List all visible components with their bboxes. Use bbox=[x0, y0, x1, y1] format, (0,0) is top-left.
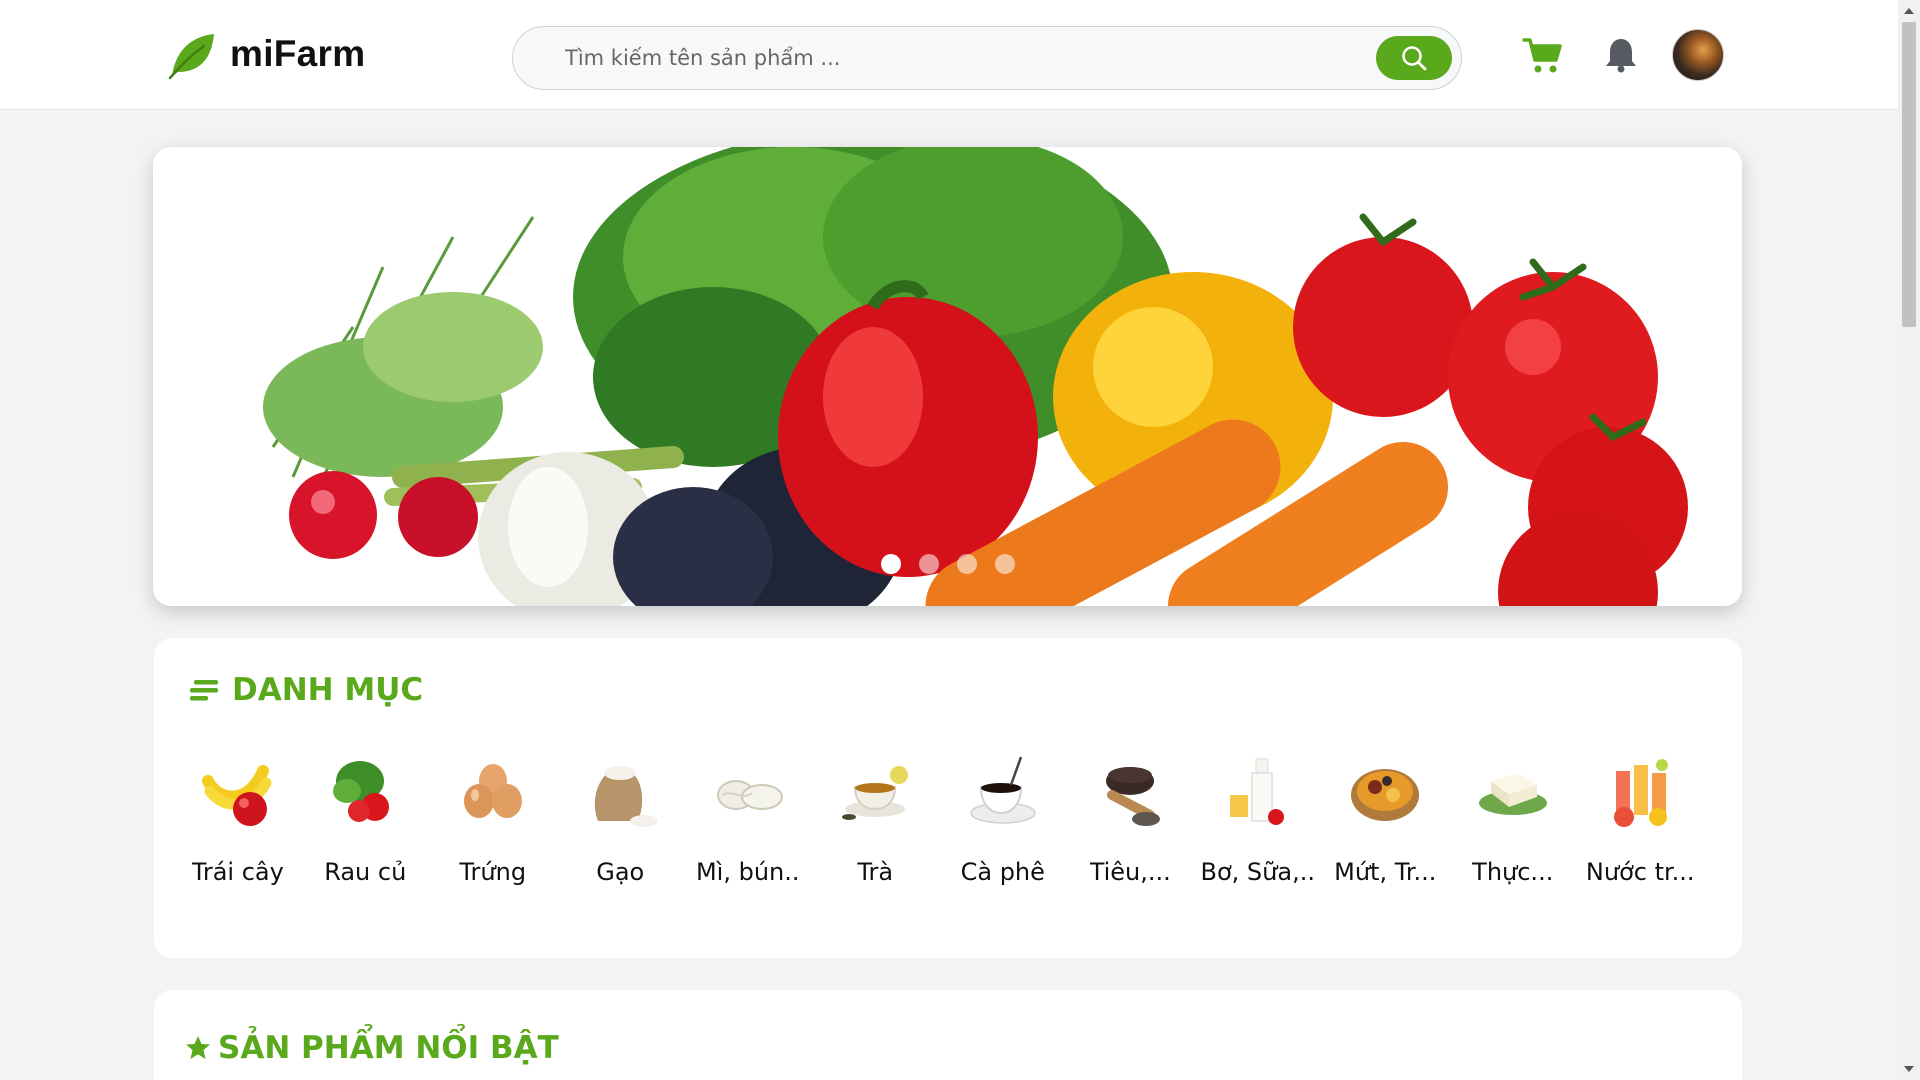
brand-name: miFarm bbox=[230, 33, 366, 74]
juice-icon bbox=[1614, 759, 1669, 827]
category-item[interactable]: Bơ, Sữa,.. bbox=[1194, 746, 1322, 886]
category-item[interactable]: Trà bbox=[812, 746, 940, 886]
leaf-logo-icon bbox=[168, 34, 214, 80]
category-label: Bơ, Sữa,.. bbox=[1200, 858, 1315, 886]
carousel-dot-2[interactable] bbox=[919, 554, 939, 574]
list-icon bbox=[190, 680, 218, 701]
category-item[interactable]: Cà phê bbox=[939, 746, 1067, 886]
category-item[interactable]: Nước tr... bbox=[1577, 746, 1705, 886]
category-label: Trứng bbox=[459, 858, 527, 886]
scroll-up-arrow-icon[interactable] bbox=[1904, 8, 1914, 14]
category-item[interactable]: Rau củ bbox=[302, 746, 430, 886]
hero-banner-carousel[interactable] bbox=[153, 147, 1742, 606]
category-label: Thực... bbox=[1472, 858, 1554, 886]
search-icon bbox=[1402, 46, 1427, 71]
bell-icon[interactable] bbox=[1604, 36, 1638, 74]
category-label: Rau củ bbox=[324, 858, 407, 886]
vegetables-banner-image bbox=[153, 147, 1742, 606]
category-label: Mì, bún.. bbox=[695, 858, 800, 886]
top-header: miFarm bbox=[0, 0, 1898, 110]
fruit-icon bbox=[201, 765, 272, 826]
search-button[interactable] bbox=[1376, 36, 1452, 80]
category-label: Tiêu,... bbox=[1089, 858, 1171, 886]
egg-icon bbox=[463, 764, 522, 818]
category-item[interactable]: Tiêu,... bbox=[1067, 746, 1195, 886]
noodle-icon bbox=[716, 780, 783, 810]
category-label: Gạo bbox=[596, 858, 645, 886]
category-label: Cà phê bbox=[960, 858, 1045, 886]
category-label: Mứt, Tr... bbox=[1334, 858, 1437, 886]
rice-icon bbox=[595, 766, 659, 827]
scroll-thumb[interactable] bbox=[1902, 22, 1916, 327]
category-label: Trà bbox=[857, 858, 894, 886]
tea-icon bbox=[842, 766, 909, 820]
search-bar bbox=[512, 26, 1462, 90]
vegetable-icon bbox=[333, 761, 390, 822]
category-item[interactable]: Mì, bún.. bbox=[684, 746, 812, 886]
featured-heading: SẢN PHẨM NỔI BẬT bbox=[184, 1030, 559, 1066]
carousel-dots bbox=[881, 554, 1015, 574]
user-avatar[interactable] bbox=[1672, 29, 1724, 81]
categories-title: DANH MỤC bbox=[232, 672, 424, 708]
category-item[interactable]: Thực... bbox=[1449, 746, 1577, 886]
scroll-down-arrow-icon[interactable] bbox=[1904, 1066, 1914, 1072]
categories-section: DANH MỤC Trái cây Rau củ Trứng Gạo Mì, b… bbox=[154, 638, 1742, 958]
category-item[interactable]: Gạo bbox=[557, 746, 685, 886]
tofu-icon bbox=[1478, 773, 1547, 815]
coffee-icon bbox=[970, 756, 1036, 824]
category-item[interactable]: Trứng bbox=[429, 746, 557, 886]
star-icon bbox=[186, 1036, 210, 1059]
featured-title: SẢN PHẨM NỔI BẬT bbox=[218, 1030, 559, 1066]
category-item[interactable]: Mứt, Tr... bbox=[1322, 746, 1450, 886]
category-list: Trái cây Rau củ Trứng Gạo Mì, bún.. Trà … bbox=[174, 746, 1704, 886]
categories-heading: DANH MỤC bbox=[190, 672, 423, 708]
page-scrollbar[interactable] bbox=[1898, 0, 1920, 1080]
category-item[interactable]: Trái cây bbox=[174, 746, 302, 886]
category-label: Nước tr... bbox=[1585, 858, 1695, 886]
carousel-dot-1[interactable] bbox=[881, 554, 901, 574]
search-input[interactable] bbox=[565, 27, 1265, 89]
carousel-dot-4[interactable] bbox=[995, 554, 1015, 574]
pepper-icon bbox=[1106, 767, 1161, 826]
dairy-icon bbox=[1229, 758, 1284, 825]
dried-fruit-icon bbox=[1351, 769, 1420, 821]
featured-products-section: SẢN PHẨM NỔI BẬT bbox=[154, 990, 1742, 1080]
carousel-dot-3[interactable] bbox=[957, 554, 977, 574]
cart-icon[interactable] bbox=[1522, 34, 1564, 76]
brand-logo[interactable]: miFarm bbox=[166, 28, 365, 80]
category-label: Trái cây bbox=[191, 858, 284, 886]
